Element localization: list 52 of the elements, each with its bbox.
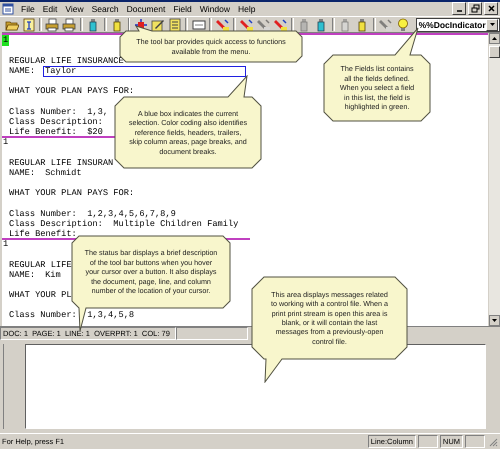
restore-icon[interactable] (468, 2, 482, 16)
list-icon[interactable] (168, 18, 182, 32)
document-icon[interactable] (22, 18, 36, 32)
printer-icon[interactable] (45, 18, 60, 32)
scrollbar-thumb[interactable] (489, 46, 500, 58)
menu-item[interactable]: View (61, 4, 88, 14)
marker-icon[interactable] (216, 18, 230, 32)
menu-item[interactable]: Window (196, 4, 234, 14)
document-text: Life Benefit: $20 (9, 127, 103, 138)
field-value[interactable]: Kim (43, 270, 62, 281)
scrollbar[interactable] (488, 33, 500, 326)
field-label: NAME: (9, 270, 36, 280)
document-text: REGULAR LIFE INSURANCE (9, 56, 124, 66)
field-label: NAME: (9, 66, 36, 76)
document-text: WHAT YOUR PL (9, 290, 72, 300)
status-panel (418, 435, 438, 448)
document-text: Life Benefit: (9, 228, 77, 240)
page-number: 1 (2, 239, 10, 250)
field-value[interactable]: Taylor (43, 66, 246, 77)
marker-icon[interactable] (274, 18, 288, 32)
window-icon[interactable] (192, 18, 206, 32)
marker-icon[interactable] (240, 18, 254, 32)
menu-item[interactable]: Help (234, 4, 260, 14)
document-text: WHAT YOUR PLAN PAYS FOR: (9, 86, 134, 97)
page-number: 1 (2, 137, 10, 148)
lightbulb-icon[interactable] (396, 18, 410, 32)
page-number: 1 (2, 35, 10, 46)
scroll-down-icon[interactable] (489, 314, 500, 326)
status-panel (465, 435, 485, 448)
printer-icon[interactable] (62, 18, 76, 32)
menu-item[interactable]: Field (169, 4, 196, 14)
scroll-up-icon[interactable] (489, 33, 500, 44)
document-text: WHAT YOUR PLAN PAYS FOR: (9, 188, 134, 198)
document-text: Class Description: (9, 116, 103, 128)
document-icon[interactable] (2, 2, 14, 15)
menu-item[interactable]: Edit (38, 4, 62, 14)
document-text: REGULAR LIFE (9, 260, 72, 270)
field-label: NAME: (9, 168, 36, 178)
menu-item[interactable]: File (17, 4, 39, 14)
document-text: Class Description: Multiple Children Family (9, 218, 238, 229)
menu-item[interactable]: Document (122, 4, 170, 14)
minimize-icon[interactable] (452, 2, 466, 16)
resize-grip-icon[interactable] (488, 436, 498, 447)
document-text: Class Number: 1,2,3,4,5,6,7,8,9 (9, 208, 176, 219)
close-icon[interactable] (484, 2, 498, 16)
document-text: REGULAR LIFE INSURAN (9, 158, 114, 168)
fields-dropdown[interactable]: %%DocIndicator (416, 18, 500, 32)
menu-item[interactable]: Search (88, 4, 123, 14)
edit-icon[interactable] (150, 18, 165, 32)
field-value[interactable]: Schmidt (43, 168, 83, 179)
document-text: Class Number: 1,3, (9, 106, 108, 117)
document-text: Class Number: 1,3,4,5,8 (9, 310, 134, 321)
